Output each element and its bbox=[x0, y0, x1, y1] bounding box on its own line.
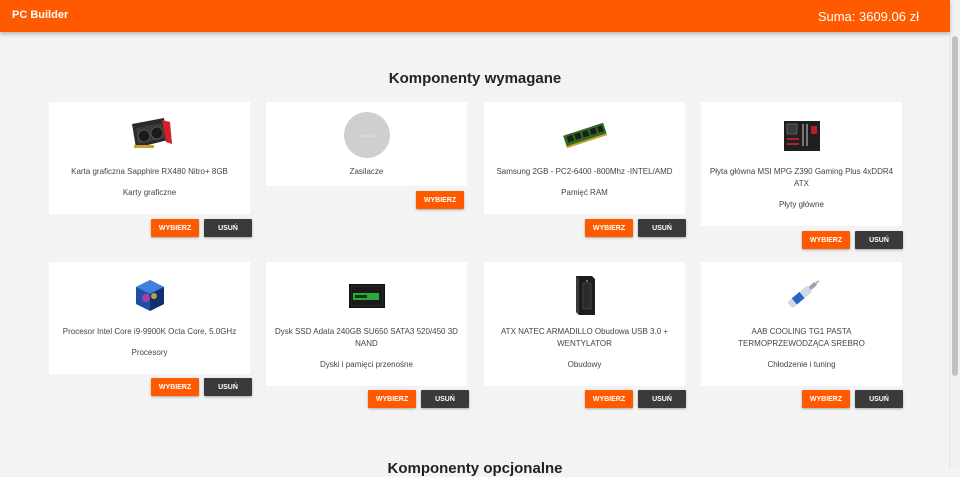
component-card-gpu: Karta graficzna Sapphire RX480 Nitro+ 8G… bbox=[49, 102, 250, 214]
component-name: ATX NATEC ARMADILLO Obudowa USB 3.0 + WE… bbox=[500, 327, 669, 348]
remove-button[interactable]: USUŃ bbox=[855, 231, 903, 249]
component-name: Karta graficzna Sapphire RX480 Nitro+ 8G… bbox=[71, 167, 228, 176]
scrollbar-thumb[interactable] bbox=[952, 36, 958, 376]
select-button[interactable]: WYBIERZ bbox=[802, 390, 850, 408]
select-button[interactable]: WYBIERZ bbox=[802, 231, 850, 249]
select-button[interactable]: WYBIERZ bbox=[368, 390, 416, 408]
component-card-cooling: AAB COOLING TG1 PASTA TERMOPRZEWODZĄCA S… bbox=[701, 262, 902, 386]
component-name: AAB COOLING TG1 PASTA TERMOPRZEWODZĄCA S… bbox=[738, 327, 865, 348]
select-button[interactable]: WYBIERZ bbox=[151, 219, 199, 237]
component-card-case: ATX NATEC ARMADILLO Obudowa USB 3.0 + WE… bbox=[484, 262, 685, 386]
component-category: Obudowy bbox=[567, 360, 602, 369]
placeholder-image-icon: 150x150 bbox=[266, 112, 467, 158]
graphics-card-icon bbox=[49, 114, 250, 156]
card-actions: WYBIERZ USUŃ bbox=[802, 390, 903, 408]
cpu-box-icon bbox=[49, 274, 250, 316]
remove-button[interactable]: USUŃ bbox=[638, 390, 686, 408]
remove-button[interactable]: USUŃ bbox=[421, 390, 469, 408]
card-actions: WYBIERZ USUŃ bbox=[585, 390, 686, 408]
total-price: Suma: 3609.06 zł bbox=[817, 9, 919, 24]
select-button[interactable]: WYBIERZ bbox=[585, 390, 633, 408]
remove-button[interactable]: USUŃ bbox=[204, 219, 252, 237]
component-category: Pamięć RAM bbox=[561, 188, 608, 197]
motherboard-icon bbox=[701, 114, 902, 156]
remove-button[interactable]: USUŃ bbox=[855, 390, 903, 408]
ssd-drive-icon bbox=[266, 274, 467, 316]
component-category: Płyty główne bbox=[779, 200, 824, 209]
card-actions: WYBIERZ USUŃ bbox=[585, 219, 686, 237]
card-actions: WYBIERZ USUŃ bbox=[151, 219, 252, 237]
select-button[interactable]: WYBIERZ bbox=[416, 191, 464, 209]
component-category: Chłodzenie i tuning bbox=[767, 360, 836, 369]
card-actions: WYBIERZ bbox=[416, 191, 464, 209]
remove-button[interactable]: USUŃ bbox=[638, 219, 686, 237]
top-navbar: PC Builder Suma: 3609.06 zł bbox=[0, 0, 950, 32]
card-actions: WYBIERZ USUŃ bbox=[151, 378, 252, 396]
component-name: Dysk SSD Adata 240GB SU650 SATA3 520/450… bbox=[275, 327, 458, 348]
card-actions: WYBIERZ USUŃ bbox=[802, 231, 903, 249]
select-button[interactable]: WYBIERZ bbox=[151, 378, 199, 396]
component-card-psu: 150x150 Zasilacze bbox=[266, 102, 467, 186]
ram-stick-icon bbox=[484, 114, 685, 156]
component-name: Procesor Intel Core i9-9900K Octa Core, … bbox=[62, 327, 237, 336]
card-actions: WYBIERZ USUŃ bbox=[368, 390, 469, 408]
page-scrollbar[interactable] bbox=[949, 0, 960, 469]
required-section-title: Komponenty wymagane bbox=[388, 70, 562, 87]
component-card-ssd: Dysk SSD Adata 240GB SU650 SATA3 520/450… bbox=[266, 262, 467, 386]
component-category: Karty graficzne bbox=[122, 188, 177, 197]
component-category: Procesory bbox=[131, 348, 168, 357]
brand-title[interactable]: PC Builder bbox=[12, 9, 68, 21]
component-name: Płyta główna MSI MPG Z390 Gaming Plus 4x… bbox=[709, 167, 894, 188]
select-button[interactable]: WYBIERZ bbox=[585, 219, 633, 237]
component-card-ram: Samsung 2GB - PC2-6400 -800Mhz -INTEL/AM… bbox=[484, 102, 685, 214]
remove-button[interactable]: USUŃ bbox=[204, 378, 252, 396]
component-card-cpu: Procesor Intel Core i9-9900K Octa Core, … bbox=[49, 262, 250, 374]
placeholder-image-label: 150x150 bbox=[343, 112, 390, 158]
component-name: Zasilacze bbox=[349, 167, 384, 176]
component-category: Dyski i pamięci przenośne bbox=[320, 360, 413, 369]
thermal-paste-icon bbox=[701, 274, 902, 316]
component-card-motherboard: Płyta główna MSI MPG Z390 Gaming Plus 4x… bbox=[701, 102, 902, 226]
component-name: Samsung 2GB - PC2-6400 -800Mhz -INTEL/AM… bbox=[496, 167, 673, 176]
pc-case-icon bbox=[484, 274, 685, 316]
